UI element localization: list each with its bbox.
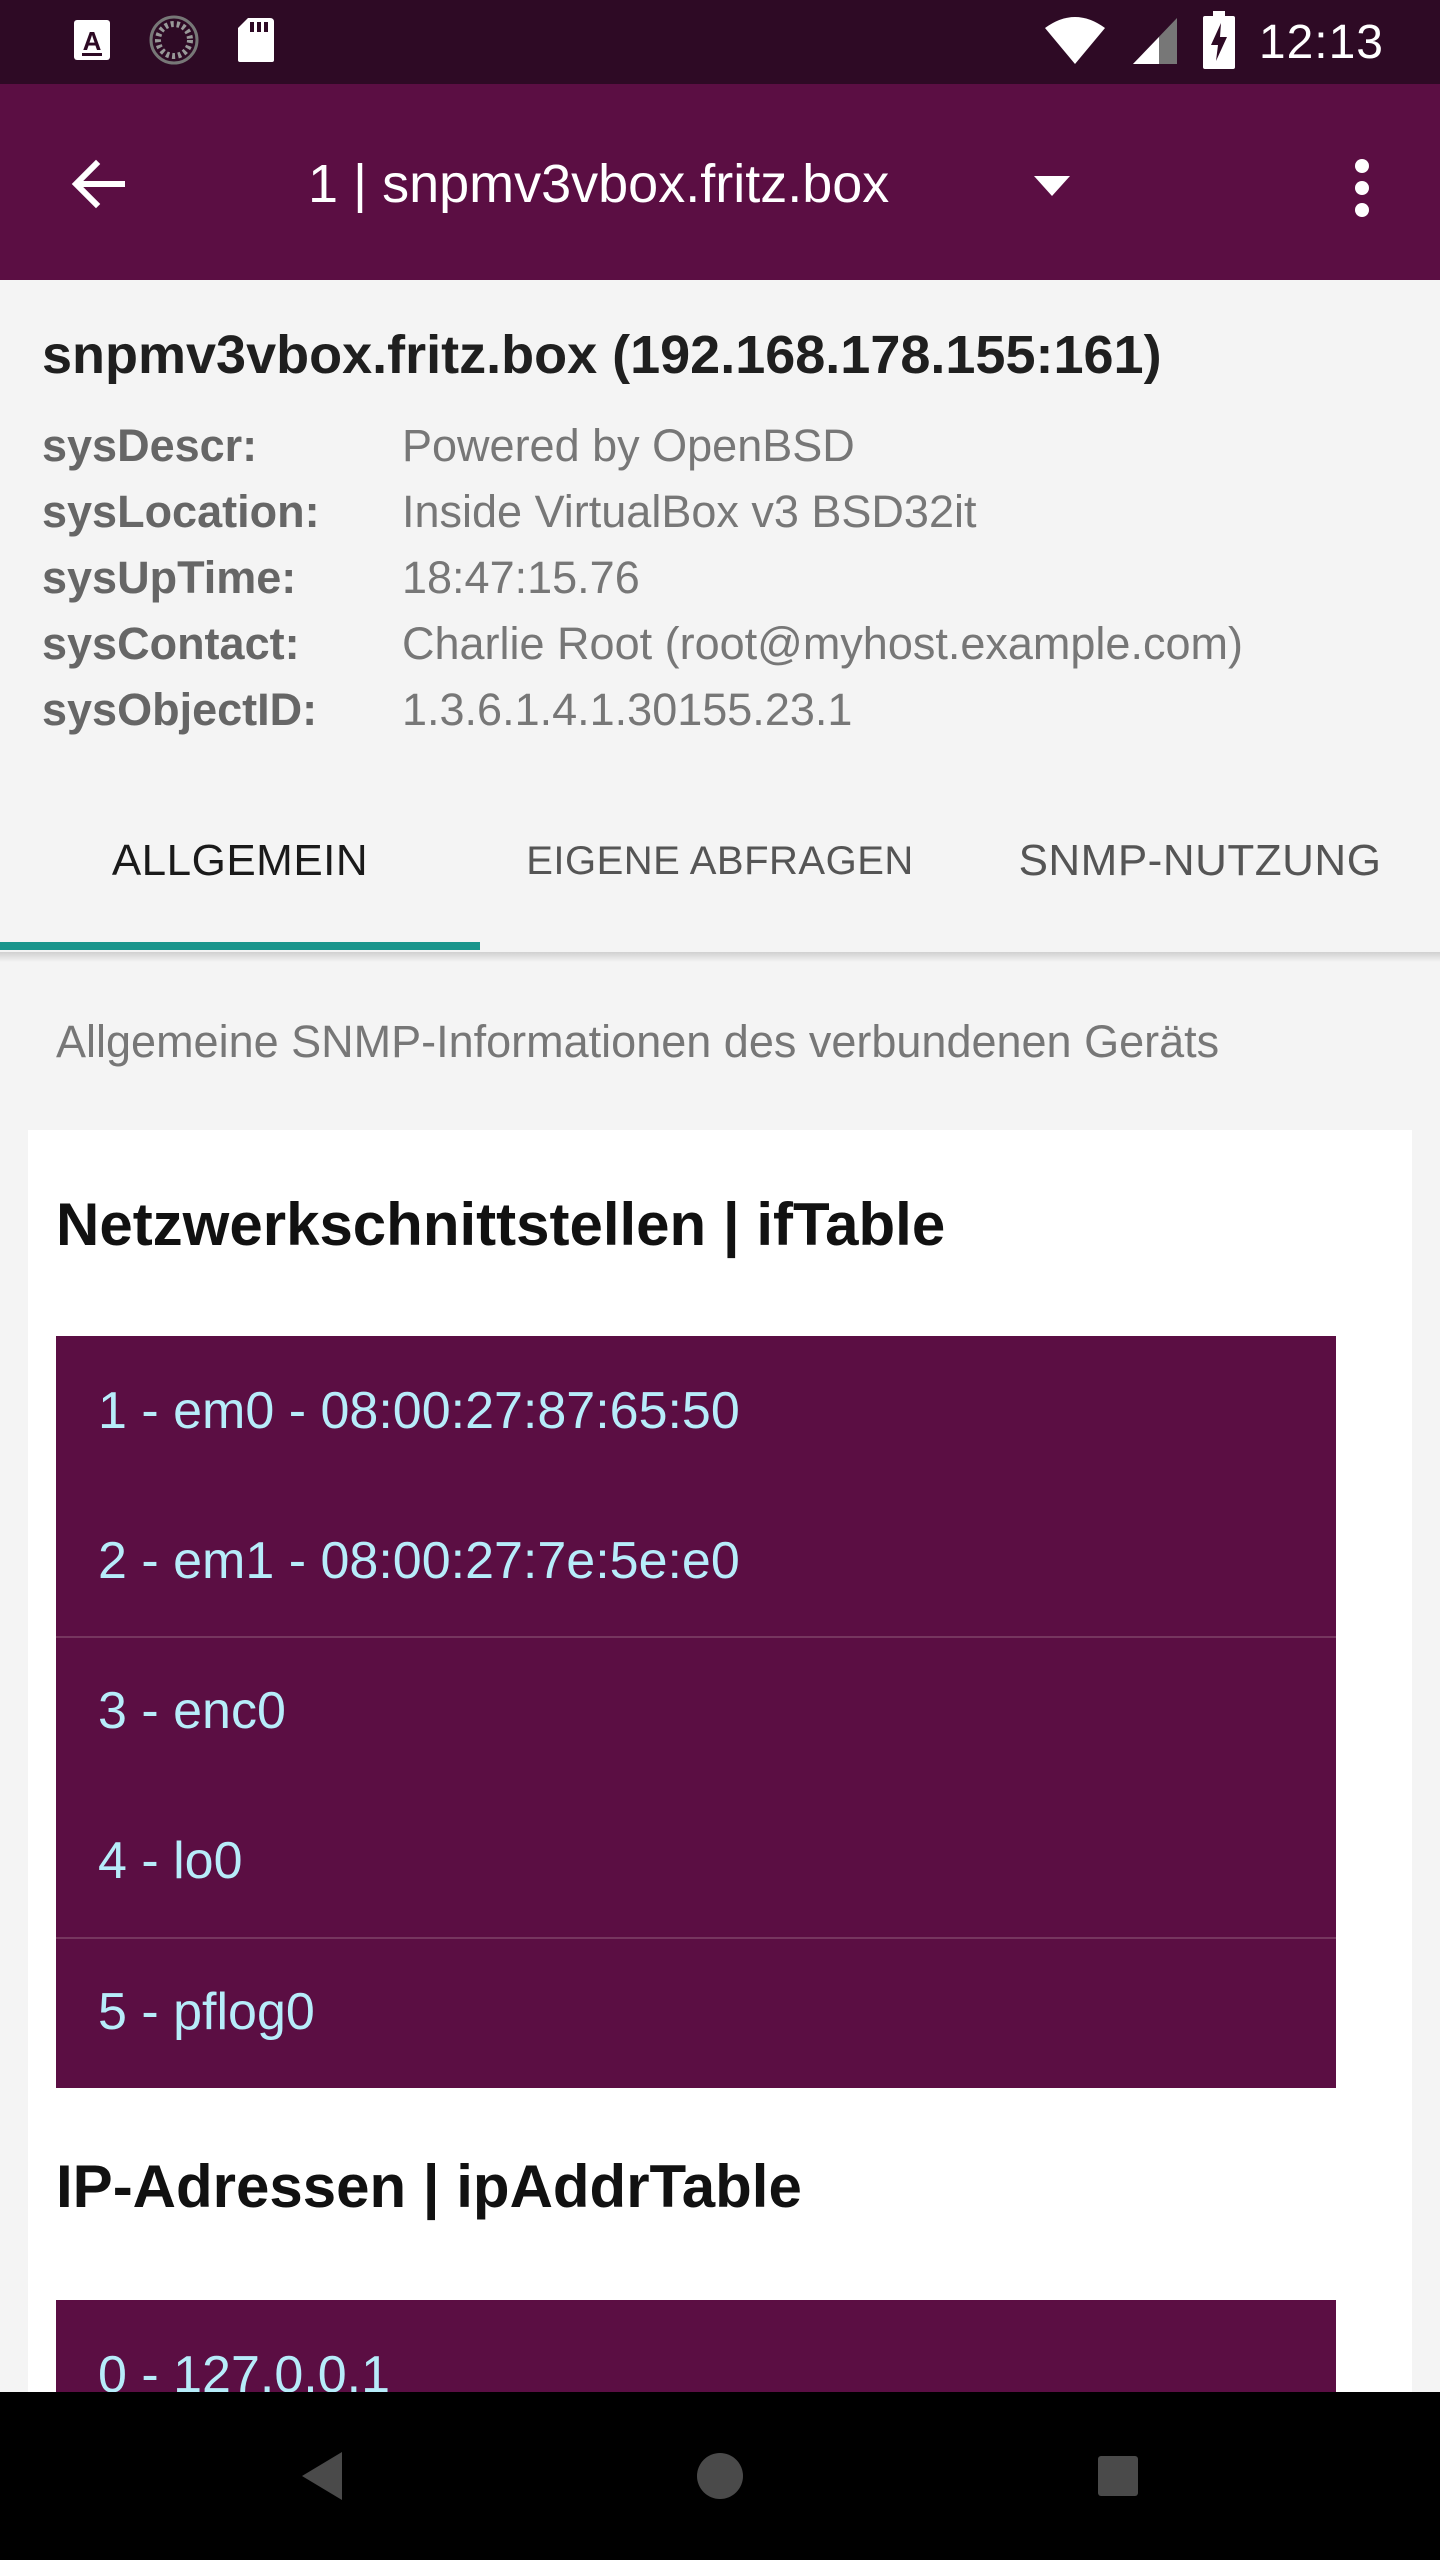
content-description: Allgemeine SNMP-Informationen des verbun… <box>56 1016 1220 1067</box>
info-label: sysContact: <box>42 618 300 669</box>
info-value: Inside VirtualBox v3 BSD32it <box>402 486 977 537</box>
tab-snmp-nutzung[interactable]: SNMP-NUTZUNG <box>960 770 1440 952</box>
info-value: Charlie Root (root@myhost.example.com) <box>402 618 1243 669</box>
navigation-bar <box>0 2392 1440 2560</box>
nav-recents-button[interactable] <box>1078 2436 1158 2516</box>
arrow-back-icon <box>71 159 125 209</box>
iftable-list: 1 - em0 - 08:00:27:87:65:50 2 - em1 - 08… <box>56 1336 1336 2088</box>
battery-charging-icon <box>1202 10 1235 74</box>
device-title: snpmv3vbox.fritz.box (192.168.178.155:16… <box>42 325 1162 385</box>
tab-bar: ALLGEMEIN EIGENE ABFRAGEN SNMP-NUTZUNG <box>0 770 1440 952</box>
tab-allgemein[interactable]: ALLGEMEIN <box>0 770 480 952</box>
sd-card-icon <box>236 16 276 69</box>
screen: A 12:13 1 | snpmv3vbox.fritz.box snpmv3v… <box>0 0 1440 2560</box>
loading-icon <box>148 14 200 71</box>
status-bar: A 12:13 <box>0 0 1440 84</box>
app-bar: 1 | snpmv3vbox.fritz.box <box>0 84 1440 280</box>
info-label: sysLocation: <box>42 486 320 537</box>
a-keyboard-icon: A <box>72 18 112 67</box>
tab-bar-shadow <box>0 952 1440 962</box>
info-value: 1.3.6.1.4.1.30155.23.1 <box>402 684 853 735</box>
info-label: sysUpTime: <box>42 552 297 603</box>
info-label: sysObjectID: <box>42 684 318 735</box>
list-item[interactable]: 1 - em0 - 08:00:27:87:65:50 <box>56 1336 1336 1486</box>
nav-home-icon <box>697 2453 743 2499</box>
nav-recents-icon <box>1098 2456 1138 2496</box>
signal-icon <box>1131 14 1179 71</box>
nav-home-button[interactable] <box>680 2436 760 2516</box>
content-scroll-area[interactable]: Allgemeine SNMP-Informationen des verbun… <box>0 962 1440 2392</box>
active-tab-indicator <box>0 942 480 950</box>
info-label: sysDescr: <box>42 420 258 471</box>
overflow-menu-button[interactable] <box>1330 140 1394 236</box>
list-item[interactable]: 2 - em1 - 08:00:27:7e:5e:e0 <box>56 1486 1336 1636</box>
info-card: Netzwerkschnittstellen | ifTable 1 - em0… <box>28 1130 1412 2392</box>
connection-selector[interactable]: 1 | snpmv3vbox.fritz.box <box>308 144 889 224</box>
connection-dropdown-button[interactable] <box>1020 154 1084 218</box>
section-title-iftable: Netzwerkschnittstellen | ifTable <box>56 1191 946 1258</box>
list-item[interactable]: 0 - 127.0.0.1 <box>56 2300 1336 2392</box>
back-button[interactable] <box>56 142 140 226</box>
info-value: Powered by OpenBSD <box>402 420 855 471</box>
list-item[interactable]: 5 - pflog0 <box>56 1937 1336 2087</box>
info-value: 18:47:15.76 <box>402 552 640 603</box>
ipaddrtable-list: 0 - 127.0.0.1 <box>56 2300 1336 2392</box>
device-header: snpmv3vbox.fritz.box (192.168.178.155:16… <box>0 280 1440 770</box>
wifi-icon <box>1043 14 1107 71</box>
more-vert-icon <box>1355 159 1369 217</box>
nav-back-icon <box>302 2452 342 2500</box>
tab-eigene-abfragen[interactable]: EIGENE ABFRAGEN <box>480 770 960 952</box>
svg-text:A: A <box>83 26 102 56</box>
list-item[interactable]: 4 - lo0 <box>56 1786 1336 1936</box>
section-title-ipaddrtable: IP-Adressen | ipAddrTable <box>56 2153 802 2220</box>
status-clock: 12:13 <box>1258 15 1384 69</box>
arrow-drop-down-icon <box>1034 176 1070 196</box>
nav-back-button[interactable] <box>282 2436 362 2516</box>
list-item[interactable]: 3 - enc0 <box>56 1636 1336 1786</box>
